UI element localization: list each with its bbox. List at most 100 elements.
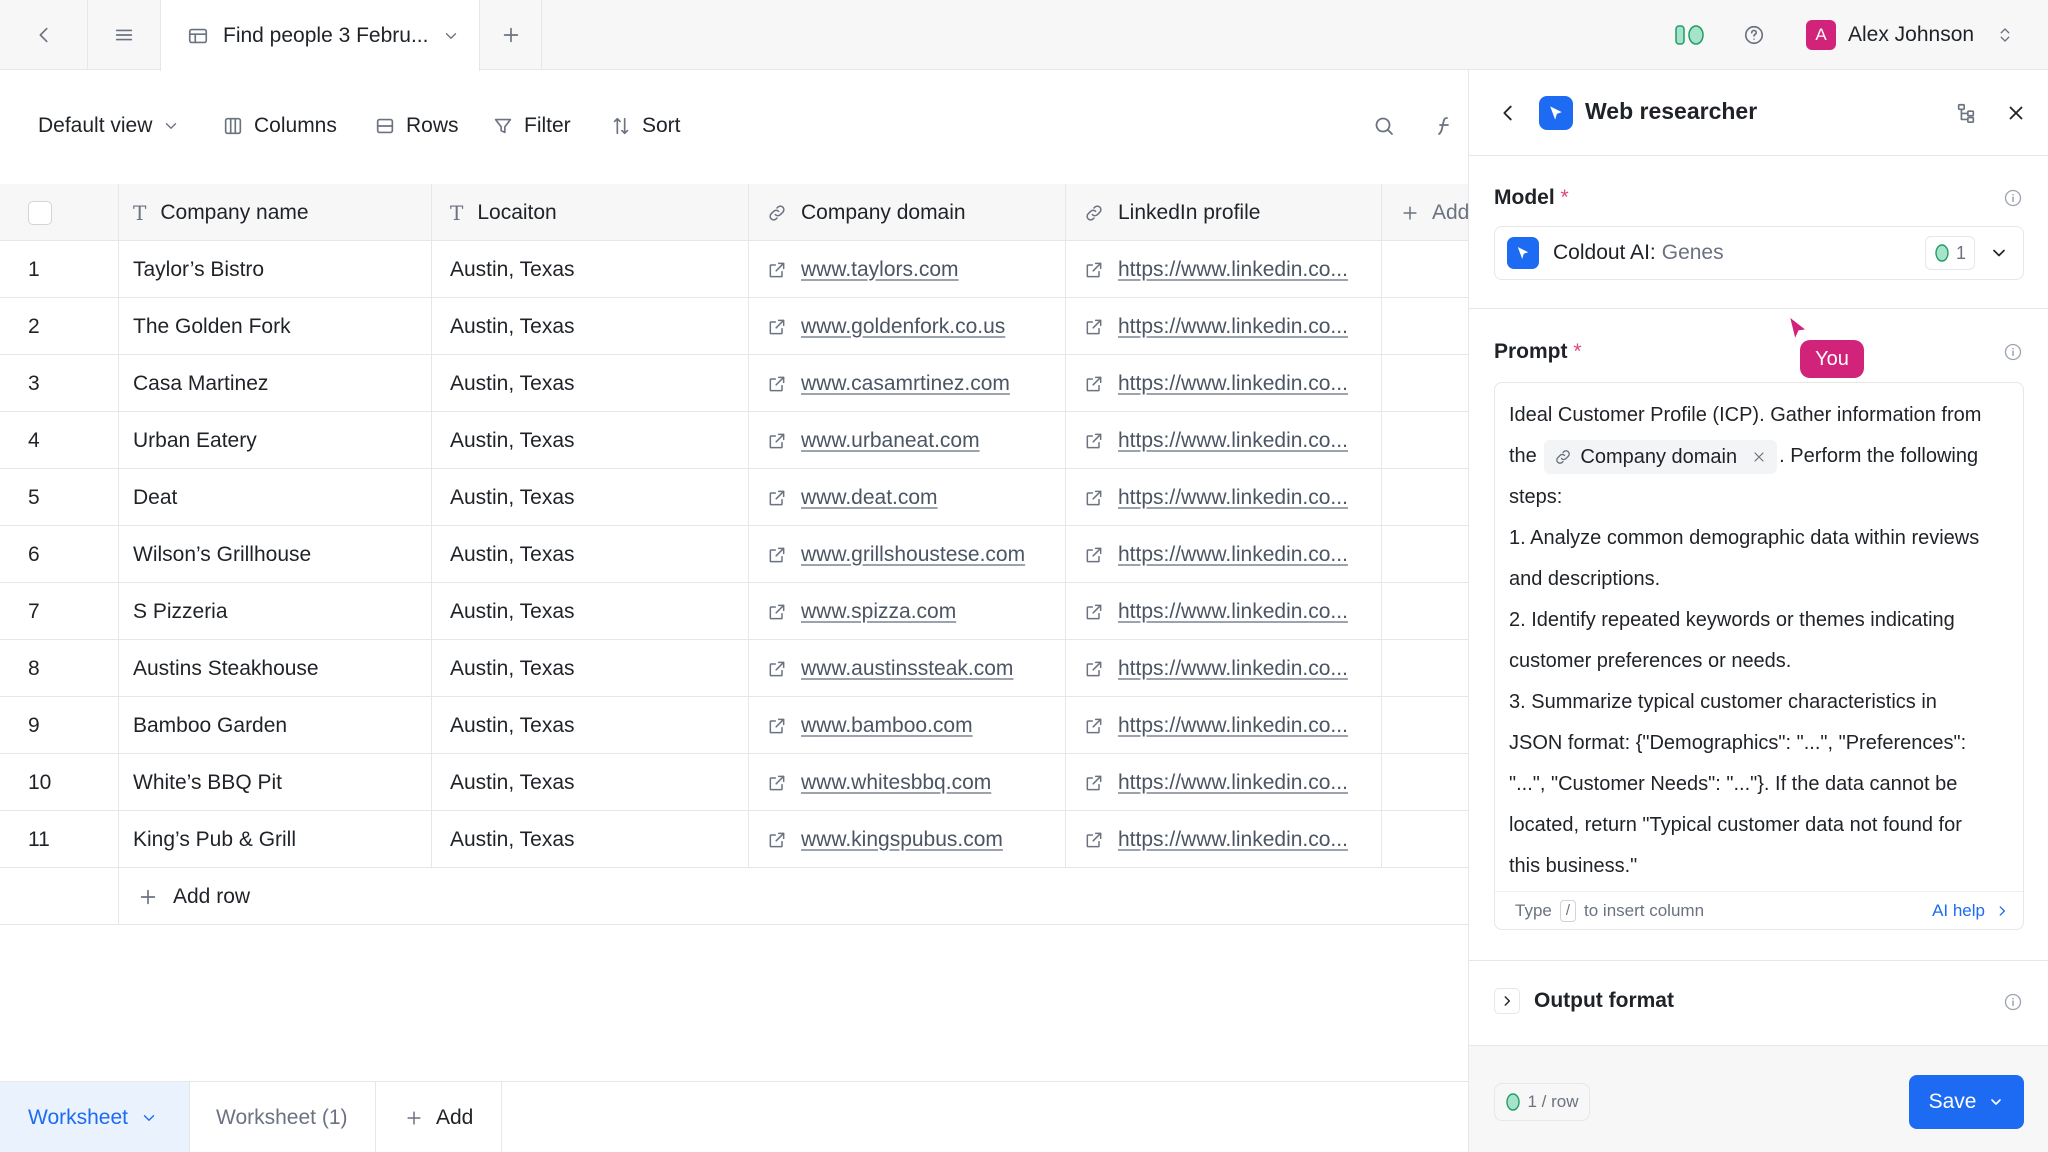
add-column-button[interactable]: Add xyxy=(1382,184,1470,241)
back-button[interactable] xyxy=(0,0,88,70)
domain-link[interactable]: www.bamboo.com xyxy=(801,714,973,738)
linkedin-cell[interactable]: https://www.linkedin.co... xyxy=(1066,526,1382,583)
company-domain-cell[interactable]: www.bamboo.com xyxy=(749,697,1066,754)
view-selector[interactable]: Default view xyxy=(38,104,180,148)
location-cell[interactable]: Austin, Texas xyxy=(432,526,749,583)
company-domain-cell[interactable]: www.spizza.com xyxy=(749,583,1066,640)
linkedin-link[interactable]: https://www.linkedin.co... xyxy=(1118,258,1348,282)
sheet-tab-worksheet[interactable]: Worksheet xyxy=(0,1082,190,1152)
company-name-cell[interactable]: Casa Martinez xyxy=(119,355,432,412)
company-domain-cell[interactable]: www.grillshoustese.com xyxy=(749,526,1066,583)
table-row[interactable]: 5 Deat Austin, Texas www.deat.com https://ww… xyxy=(0,469,1470,526)
company-domain-cell[interactable]: www.deat.com xyxy=(749,469,1066,526)
linkedin-link[interactable]: https://www.linkedin.co... xyxy=(1118,429,1348,453)
empty-cell[interactable] xyxy=(1382,583,1470,640)
company-name-cell[interactable]: Wilson’s Grillhouse xyxy=(119,526,432,583)
add-row-button[interactable]: Add row xyxy=(119,868,519,925)
location-cell[interactable]: Austin, Texas xyxy=(432,697,749,754)
domain-link[interactable]: www.spizza.com xyxy=(801,600,956,624)
table-row[interactable]: 3 Casa Martinez Austin, Texas www.casamrtin… xyxy=(0,355,1470,412)
filter-button[interactable]: Filter xyxy=(492,104,571,148)
company-name-cell[interactable]: Taylor’s Bistro xyxy=(119,241,432,298)
empty-cell[interactable] xyxy=(1382,469,1470,526)
new-tab-button[interactable] xyxy=(480,0,542,70)
location-cell[interactable]: Austin, Texas xyxy=(432,754,749,811)
table-row[interactable]: 11 King’s Pub & Grill Austin, Texas www.kin… xyxy=(0,811,1470,868)
linkedin-cell[interactable]: https://www.linkedin.co... xyxy=(1066,298,1382,355)
company-name-cell[interactable]: S Pizzeria xyxy=(119,583,432,640)
location-cell[interactable]: Austin, Texas xyxy=(432,241,749,298)
domain-link[interactable]: www.austinssteak.com xyxy=(801,657,1013,681)
panel-close-button[interactable] xyxy=(2005,102,2027,124)
empty-cell[interactable] xyxy=(1382,355,1470,412)
info-icon[interactable] xyxy=(2003,342,2023,362)
table-row[interactable]: 8 Austins Steakhouse Austin, Texas www.aust… xyxy=(0,640,1470,697)
header-company[interactable]: T Company name xyxy=(119,184,432,241)
table-row[interactable]: 4 Urban Eatery Austin, Texas www.urbaneat.c… xyxy=(0,412,1470,469)
domain-link[interactable]: www.casamrtinez.com xyxy=(801,372,1010,396)
empty-cell[interactable] xyxy=(1382,811,1470,868)
company-domain-cell[interactable]: www.goldenfork.co.us xyxy=(749,298,1066,355)
header-location[interactable]: T Locaiton xyxy=(432,184,749,241)
menu-button[interactable] xyxy=(88,0,160,70)
linkedin-cell[interactable]: https://www.linkedin.co... xyxy=(1066,697,1382,754)
company-domain-cell[interactable]: www.kingspubus.com xyxy=(749,811,1066,868)
select-all-checkbox[interactable] xyxy=(28,200,52,225)
table-row[interactable]: 6 Wilson’s Grillhouse Austin, Texas www.gri… xyxy=(0,526,1470,583)
linkedin-link[interactable]: https://www.linkedin.co... xyxy=(1118,828,1348,852)
tree-view-button[interactable] xyxy=(1955,102,1977,124)
empty-cell[interactable] xyxy=(1382,412,1470,469)
empty-cell[interactable] xyxy=(1382,526,1470,583)
help-button[interactable] xyxy=(1734,0,1774,70)
formula-button[interactable] xyxy=(1432,104,1456,148)
linkedin-cell[interactable]: https://www.linkedin.co... xyxy=(1066,640,1382,697)
linkedin-link[interactable]: https://www.linkedin.co... xyxy=(1118,714,1348,738)
output-format-toggle[interactable]: Output format xyxy=(1494,988,1674,1014)
table-row[interactable]: 7S Pizzeria Austin, Texas www.spizza.com ht… xyxy=(0,583,1470,640)
linkedin-link[interactable]: https://www.linkedin.co... xyxy=(1118,657,1348,681)
domain-link[interactable]: www.deat.com xyxy=(801,486,938,510)
location-cell[interactable]: Austin, Texas xyxy=(432,583,749,640)
linkedin-cell[interactable]: https://www.linkedin.co... xyxy=(1066,412,1382,469)
empty-cell[interactable] xyxy=(1382,241,1470,298)
header-domain[interactable]: Company domain xyxy=(749,184,1066,241)
info-icon[interactable] xyxy=(2003,992,2023,1012)
ai-help-link[interactable]: AI help xyxy=(1932,901,2009,921)
rows-button[interactable]: Rows xyxy=(374,104,459,148)
linkedin-link[interactable]: https://www.linkedin.co... xyxy=(1118,486,1348,510)
empty-cell[interactable] xyxy=(1382,754,1470,811)
table-row[interactable]: 10 White’s BBQ Pit Austin, Texas www.whites… xyxy=(0,754,1470,811)
remove-chip-icon[interactable] xyxy=(1751,449,1767,465)
empty-cell[interactable] xyxy=(1382,640,1470,697)
linkedin-link[interactable]: https://www.linkedin.co... xyxy=(1118,543,1348,567)
linkedin-link[interactable]: https://www.linkedin.co... xyxy=(1118,600,1348,624)
domain-link[interactable]: www.taylors.com xyxy=(801,258,959,282)
user-menu[interactable]: A Alex Johnson xyxy=(1806,0,2020,70)
prompt-text[interactable]: Ideal Customer Profile (ICP). Gather inf… xyxy=(1509,395,2015,887)
company-name-cell[interactable]: Deat xyxy=(119,469,432,526)
table-row[interactable]: 2 The Golden Fork Austin, Texas www.goldenf… xyxy=(0,298,1470,355)
company-domain-cell[interactable]: www.casamrtinez.com xyxy=(749,355,1066,412)
empty-cell[interactable] xyxy=(1382,298,1470,355)
expand-button[interactable] xyxy=(1494,988,1520,1014)
location-cell[interactable]: Austin, Texas xyxy=(432,355,749,412)
location-cell[interactable]: Austin, Texas xyxy=(432,298,749,355)
linkedin-cell[interactable]: https://www.linkedin.co... xyxy=(1066,583,1382,640)
linkedin-cell[interactable]: https://www.linkedin.co... xyxy=(1066,355,1382,412)
company-domain-cell[interactable]: www.whitesbbq.com xyxy=(749,754,1066,811)
location-cell[interactable]: Austin, Texas xyxy=(432,469,749,526)
model-select[interactable]: Coldout AI: Genes 1 xyxy=(1494,226,2024,280)
company-domain-cell[interactable]: www.austinssteak.com xyxy=(749,640,1066,697)
company-name-cell[interactable]: Austins Steakhouse xyxy=(119,640,432,697)
domain-link[interactable]: www.whitesbbq.com xyxy=(801,771,991,795)
table-row[interactable]: 9 Bamboo Garden Austin, Texas www.bamboo.co… xyxy=(0,697,1470,754)
tab-find-people[interactable]: Find people 3 Febru... xyxy=(160,0,480,71)
credits-indicator[interactable] xyxy=(1668,0,1710,70)
search-button[interactable] xyxy=(1372,104,1396,148)
prompt-editor[interactable]: Ideal Customer Profile (ICP). Gather inf… xyxy=(1494,382,2024,930)
company-domain-cell[interactable]: www.taylors.com xyxy=(749,241,1066,298)
domain-link[interactable]: www.kingspubus.com xyxy=(801,828,1003,852)
company-name-cell[interactable]: Bamboo Garden xyxy=(119,697,432,754)
info-icon[interactable] xyxy=(2003,188,2023,208)
linkedin-cell[interactable]: https://www.linkedin.co... xyxy=(1066,469,1382,526)
